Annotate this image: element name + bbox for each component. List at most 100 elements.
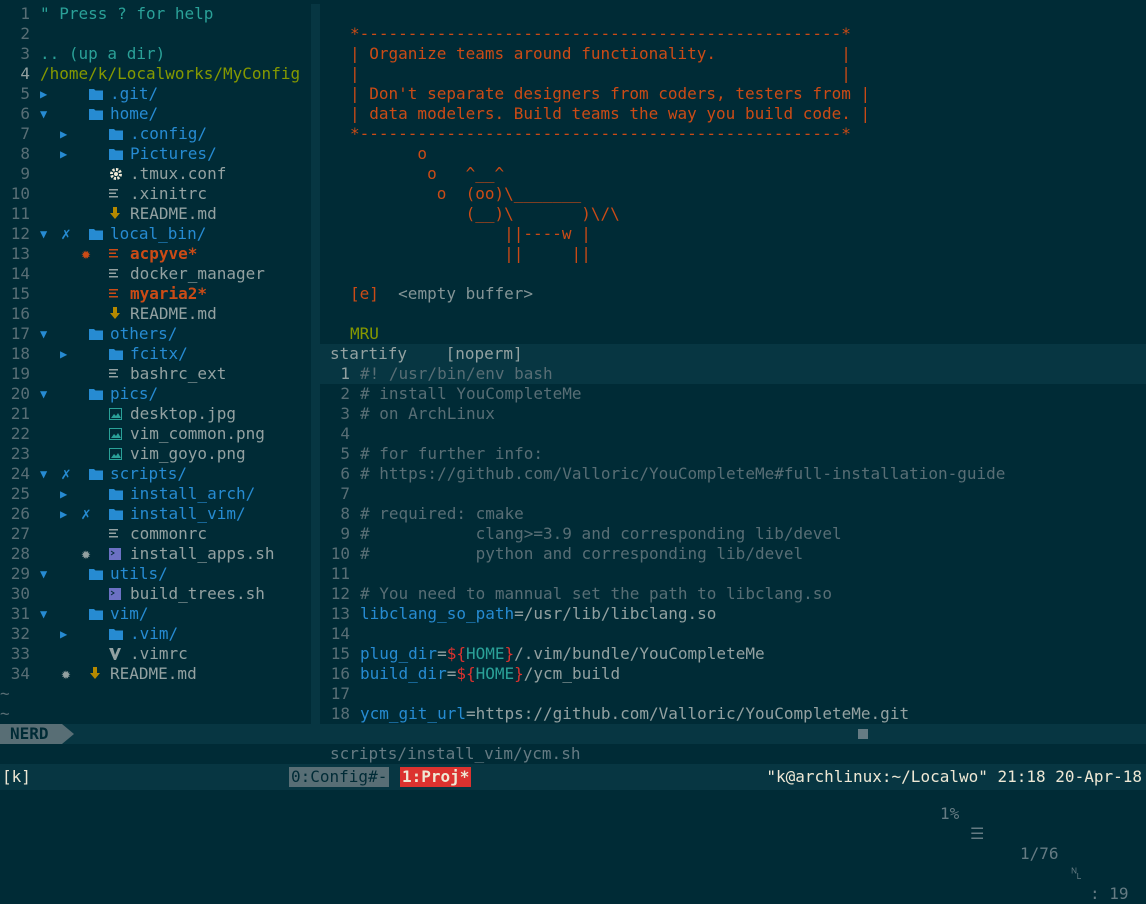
code-line[interactable]: 17: [320, 684, 1146, 704]
collapse-arrow-icon[interactable]: ▼: [40, 604, 52, 624]
vim-icon: [109, 644, 125, 664]
nerdtree-row[interactable]: 25 ▶ install_arch/: [0, 484, 311, 504]
expand-arrow-icon[interactable]: ▶: [60, 144, 72, 164]
expand-arrow-icon[interactable]: ▶: [60, 344, 72, 364]
code-line[interactable]: 7: [320, 484, 1146, 504]
code-line[interactable]: 12 # You need to mannual set the path to …: [320, 584, 1146, 604]
startify-entry-empty-buffer[interactable]: [e] <empty buffer>: [350, 284, 533, 304]
line-number: 8: [340, 504, 350, 523]
nerdtree-row[interactable]: 14 docker_manager: [0, 264, 311, 284]
nerdtree-row[interactable]: 21 desktop.jpg: [0, 404, 311, 424]
collapse-arrow-icon[interactable]: ▼: [40, 224, 52, 244]
nerdtree-row[interactable]: 10 .xinitrc: [0, 184, 311, 204]
line-number: 18: [330, 704, 350, 723]
nerdtree-row[interactable]: 30 build_trees.sh: [0, 584, 311, 604]
nerdtree-row[interactable]: 3 .. (up a dir): [0, 44, 311, 64]
tmux-session[interactable]: [k]: [2, 767, 31, 787]
git-modified-icon: ✹: [81, 544, 91, 563]
nerdtree-row[interactable]: 18 ▶ fcitx/: [0, 344, 311, 364]
nerdtree-row[interactable]: 29 ▼ utils/: [0, 564, 311, 584]
nerdtree-pane[interactable]: 1 " Press ? for help 2 3.. (up a dir) 4/home…: [0, 4, 311, 724]
nerdtree-entry-name: install_vim/: [130, 504, 246, 523]
collapse-arrow-icon[interactable]: ▼: [40, 464, 52, 484]
file-icon: [109, 364, 125, 384]
code-line[interactable]: 9 # clang>=3.9 and corresponding lib/deve…: [320, 524, 1146, 544]
nerdtree-entry-name: README.md: [110, 664, 197, 683]
nerdtree-row[interactable]: 16 README.md: [0, 304, 311, 324]
quote-line: | Organize teams around functionality. |: [350, 44, 851, 63]
nerdtree-row[interactable]: 33 .vimrc: [0, 644, 311, 664]
code-line[interactable]: 1 #! /usr/bin/env bash: [320, 364, 1146, 384]
code-line[interactable]: 2 # install YouCompleteMe: [320, 384, 1146, 404]
code-line[interactable]: 15 plug_dir=${HOME}/.vim/bundle/YouComple…: [320, 644, 1146, 664]
folder-icon: [89, 384, 105, 404]
code-text: # required: cmake: [360, 504, 524, 523]
nerdtree-row[interactable]: 26 ▶ ✗ install_vim/: [0, 504, 311, 524]
nerdtree-row[interactable]: 1 " Press ? for help: [0, 4, 311, 24]
nerdtree-row[interactable]: 27 commonrc: [0, 524, 311, 544]
code-line[interactable]: 14: [320, 624, 1146, 644]
nerdtree-entry-name: Pictures/: [130, 144, 217, 163]
code-buffer[interactable]: 1 #! /usr/bin/env bash 2 # install YouCompl…: [320, 364, 1146, 724]
nerdtree-row[interactable]: 7 ▶ .config/: [0, 124, 311, 144]
nerdtree-entry-name: install_arch/: [130, 484, 256, 503]
nerdtree-row[interactable]: 4/home/k/Localworks/MyConfig: [0, 64, 311, 84]
buffer-statusline: scripts/install_vim/ycm.sh sh 1% ☰ 1/76 …: [320, 724, 1146, 903]
expand-arrow-icon[interactable]: ▶: [60, 484, 72, 504]
collapse-arrow-icon[interactable]: ▼: [40, 564, 52, 584]
nerdtree-row[interactable]: 11 README.md: [0, 204, 311, 224]
nerdtree-row[interactable]: 31 ▼ vim/: [0, 604, 311, 624]
cowsay-line: o: [350, 144, 428, 163]
nerdtree-row[interactable]: 9 .tmux.conf: [0, 164, 311, 184]
cowsay-line: o ^__^: [350, 164, 505, 183]
expand-arrow-icon[interactable]: ▶: [60, 624, 72, 644]
nerdtree-row[interactable]: 34 ✹ README.md: [0, 664, 311, 684]
cowsay-line: o (oo)\_______: [350, 184, 582, 203]
nerdtree-row[interactable]: 20 ▼ pics/: [0, 384, 311, 404]
nerdtree-entry-name: home/: [110, 104, 159, 123]
nerdtree-row[interactable]: 28 ✹ install_apps.sh: [0, 544, 311, 564]
nerdtree-row[interactable]: 17 ▼ others/: [0, 324, 311, 344]
expand-arrow-icon[interactable]: ▶: [60, 504, 72, 524]
code-line[interactable]: 11: [320, 564, 1146, 584]
nerdtree-row[interactable]: 5 ▶ .git/: [0, 84, 311, 104]
nerdtree-entry-name: utils/: [110, 564, 168, 583]
code-line[interactable]: 8 # required: cmake: [320, 504, 1146, 524]
nerdtree-row[interactable]: 22 vim_common.png: [0, 424, 311, 444]
code-line[interactable]: 6 # https://github.com/Valloric/YouComple…: [320, 464, 1146, 484]
nerdtree-row[interactable]: 19 bashrc_ext: [0, 364, 311, 384]
collapse-arrow-icon[interactable]: ▼: [40, 104, 52, 124]
nerdtree-row[interactable]: 23 vim_goyo.png: [0, 444, 311, 464]
code-line[interactable]: 3 # on ArchLinux: [320, 404, 1146, 424]
nerdtree-row[interactable]: 8 ▶ Pictures/: [0, 144, 311, 164]
code-line[interactable]: 5 # for further info:: [320, 444, 1146, 464]
image-icon: [109, 444, 125, 464]
collapse-arrow-icon[interactable]: ▼: [40, 324, 52, 344]
cowsay-line: (__)\ )\/\: [350, 204, 620, 223]
expand-arrow-icon[interactable]: ▶: [40, 84, 52, 104]
expand-arrow-icon[interactable]: ▶: [60, 124, 72, 144]
nerdtree-row[interactable]: 2: [0, 24, 311, 44]
code-text: #! /usr/bin/env bash: [360, 364, 553, 383]
nerdtree-row[interactable]: 24 ▼ ✗ scripts/: [0, 464, 311, 484]
code-line[interactable]: 16 build_dir=${HOME}/ycm_build: [320, 664, 1146, 684]
nerdtree-row[interactable]: 32 ▶ .vim/: [0, 624, 311, 644]
line-number: 31: [10, 604, 30, 623]
tmux-window-1[interactable]: 1:Proj*: [400, 767, 472, 787]
nerdtree-root-path[interactable]: /home/k/Localworks/MyConfig: [40, 64, 300, 84]
quote-line: *---------------------------------------…: [350, 24, 851, 43]
code-line[interactable]: 10 # python and corresponding lib/devel: [320, 544, 1146, 564]
nerdtree-row[interactable]: 12 ▼ ✗ local_bin/: [0, 224, 311, 244]
nerdtree-row[interactable]: 15 myaria2*: [0, 284, 311, 304]
code-line[interactable]: 13 libclang_so_path=/usr/lib/libclang.so: [320, 604, 1146, 624]
tmux-window-0[interactable]: 0:Config#-: [289, 767, 390, 787]
folder-icon: [109, 484, 125, 504]
line-number: 12: [330, 584, 350, 603]
collapse-arrow-icon[interactable]: ▼: [40, 384, 52, 404]
code-line[interactable]: 4: [320, 424, 1146, 444]
git-modified-icon: ✹: [61, 664, 71, 683]
file-icon: [109, 524, 125, 544]
code-line[interactable]: 18 ycm_git_url=https://github.com/Vallori…: [320, 704, 1146, 724]
nerdtree-row[interactable]: 13 ✹ acpyve*: [0, 244, 311, 264]
nerdtree-row[interactable]: 6 ▼ home/: [0, 104, 311, 124]
